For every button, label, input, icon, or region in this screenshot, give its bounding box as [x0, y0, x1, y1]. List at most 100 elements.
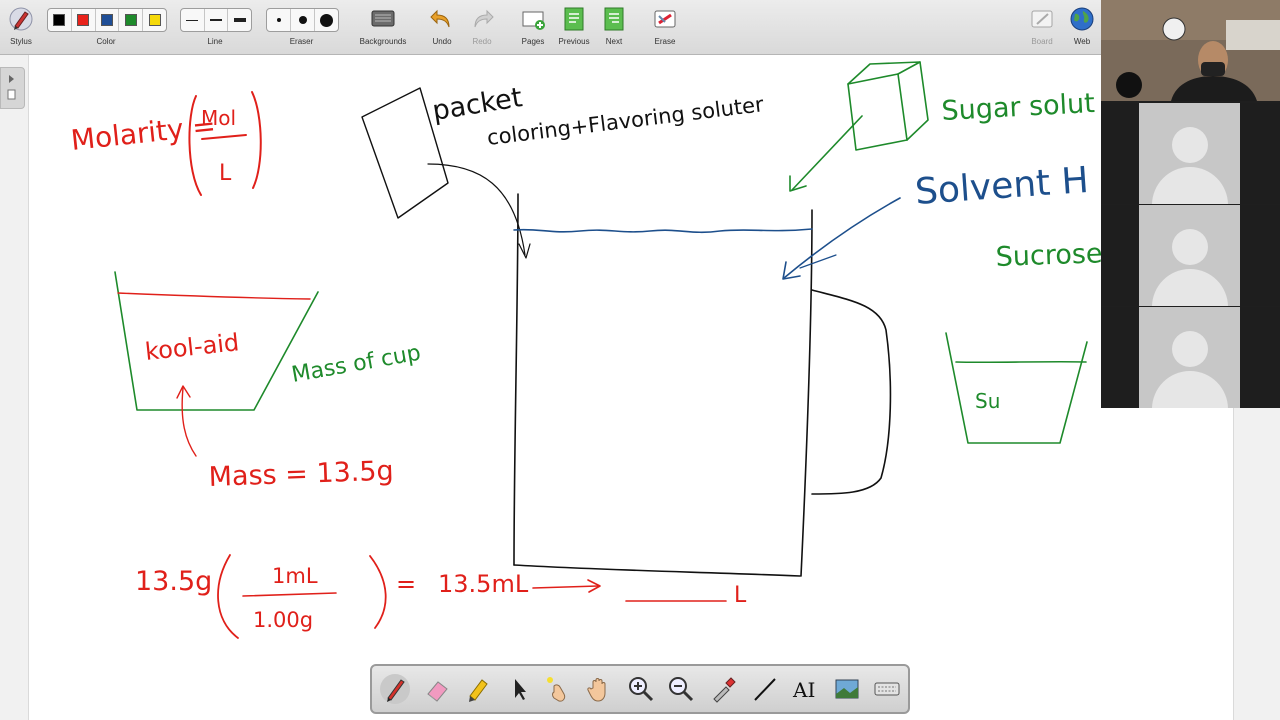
- image-tool-button[interactable]: [832, 674, 862, 704]
- pages-label: Pages: [521, 37, 545, 46]
- text-tool-button[interactable]: AI: [790, 674, 820, 704]
- next-button[interactable]: Next: [598, 0, 630, 54]
- presenter-video-tile[interactable]: [1101, 0, 1280, 101]
- hand-tool-button[interactable]: [584, 674, 614, 704]
- line-label: Line: [207, 37, 223, 46]
- mol-text: Mol: [201, 106, 236, 130]
- color-green[interactable]: [119, 9, 144, 31]
- redo-icon: [474, 9, 494, 28]
- board-icon: [1031, 10, 1053, 28]
- laser-icon: [547, 677, 566, 702]
- pages-button[interactable]: Pages: [516, 0, 550, 54]
- packet-text: packet: [430, 82, 524, 127]
- keyboard-icon: [874, 682, 900, 696]
- color-label: Color: [96, 37, 116, 46]
- avatar-placeholder-icon: [1172, 331, 1208, 367]
- web-label: Web: [1073, 37, 1091, 46]
- redo-label: Redo: [472, 37, 492, 46]
- koolaid-cup-sketch: kool-aid Mass of cup Mass = 13.5g: [114, 271, 423, 493]
- participant-tile[interactable]: [1101, 205, 1280, 306]
- participant-tile[interactable]: [1101, 103, 1280, 204]
- color-group: Color: [47, 0, 167, 54]
- color-red[interactable]: [72, 9, 96, 31]
- liters-unit-text: L: [734, 583, 747, 608]
- board-label: Board: [1031, 37, 1053, 46]
- line-thick[interactable]: [228, 9, 251, 31]
- previous-button[interactable]: Previous: [556, 0, 592, 54]
- text-icon: AI: [792, 678, 815, 702]
- molarity-formula: Molarity = Mol L: [69, 91, 262, 196]
- line-thin[interactable]: [181, 9, 205, 31]
- eraser-label: Eraser: [289, 37, 314, 46]
- undo-label: Undo: [432, 37, 452, 46]
- coloring-text: coloring+Flavoring soluter: [486, 92, 766, 150]
- presenter-video-feed: [1101, 0, 1280, 101]
- redo-button[interactable]: Redo: [466, 0, 498, 54]
- laser-tool-button[interactable]: [542, 674, 572, 704]
- next-label: Next: [605, 37, 623, 46]
- web-button[interactable]: Web: [1066, 0, 1098, 54]
- line-medium[interactable]: [205, 9, 229, 31]
- water-level-line: [513, 228, 813, 234]
- pages-icon: [522, 11, 545, 30]
- svg-text:AI: AI: [792, 678, 815, 702]
- eraser-group: Eraser: [266, 0, 339, 54]
- hand-icon: [587, 678, 606, 702]
- color-picker[interactable]: [47, 8, 167, 32]
- stylus-tool[interactable]: Stylus: [2, 0, 40, 54]
- eraser-tool-button[interactable]: [422, 674, 452, 704]
- conversion-calculation: 13.5g 1mL 1.00g = 13.5mL L: [135, 554, 747, 639]
- zoom-in-button[interactable]: [626, 674, 656, 704]
- mug-sketch: [513, 193, 892, 577]
- keyboard-tool-button[interactable]: [872, 674, 902, 704]
- solvent-text: Solvent H: [914, 160, 1090, 213]
- dropper-tool-button[interactable]: [708, 674, 738, 704]
- color-blue[interactable]: [96, 9, 120, 31]
- sugar-text: Sugar solut: [941, 88, 1096, 127]
- top-toolbar: Stylus Color Line Eraser Backgrounds Und…: [0, 0, 1280, 55]
- calc-den-text: 1.00g: [253, 608, 313, 632]
- avatar-placeholder-icon: [1172, 229, 1208, 265]
- avatar-placeholder-icon: [1172, 127, 1208, 163]
- liter-text: L: [219, 161, 232, 186]
- color-black[interactable]: [48, 9, 72, 31]
- erase-page-icon: [654, 10, 676, 28]
- calc-left-text: 13.5g: [135, 566, 212, 597]
- eraser-icon: [427, 681, 448, 702]
- image-icon: [835, 679, 859, 699]
- eraser-medium[interactable]: [291, 9, 315, 31]
- mass-of-cup-text: Mass of cup: [290, 341, 423, 388]
- stylus-label: Stylus: [10, 37, 32, 46]
- zoom-out-icon: [669, 677, 694, 702]
- eraser-large[interactable]: [315, 9, 338, 31]
- zoom-out-button[interactable]: [666, 674, 696, 704]
- pointer-icon: [515, 679, 526, 700]
- tool-palette: AI: [370, 664, 910, 714]
- backgrounds-button[interactable]: Backgrounds: [354, 0, 412, 54]
- sucrose-cup-sketch: Su: [945, 332, 1088, 444]
- koolaid-text: kool-aid: [144, 328, 241, 366]
- erase-label: Erase: [654, 37, 676, 46]
- erase-button[interactable]: Erase: [648, 0, 682, 54]
- eraser-small[interactable]: [267, 9, 291, 31]
- undo-button[interactable]: Undo: [426, 0, 458, 54]
- line-width-picker[interactable]: [180, 8, 252, 32]
- video-conference-panel: [1101, 0, 1280, 408]
- color-yellow[interactable]: [143, 9, 166, 31]
- board-button[interactable]: Board: [1026, 0, 1058, 54]
- calc-eq-text: =: [396, 570, 416, 598]
- pointer-tool-button[interactable]: [504, 674, 534, 704]
- molarity-text: Molarity =: [69, 109, 217, 157]
- previous-page-icon: [564, 7, 584, 31]
- globe-icon: [1070, 7, 1094, 31]
- eraser-size-picker[interactable]: [266, 8, 339, 32]
- next-page-icon: [604, 7, 624, 31]
- line-tool-button[interactable]: [750, 674, 780, 704]
- dropper-icon: [713, 677, 736, 703]
- highlighter-tool-button[interactable]: [462, 674, 492, 704]
- molarity-right-paren: [251, 91, 262, 189]
- participant-tile[interactable]: [1101, 307, 1280, 408]
- zoom-in-icon: [629, 677, 654, 702]
- pen-tool-button[interactable]: [380, 674, 410, 704]
- calc-result-text: 13.5mL: [438, 570, 529, 598]
